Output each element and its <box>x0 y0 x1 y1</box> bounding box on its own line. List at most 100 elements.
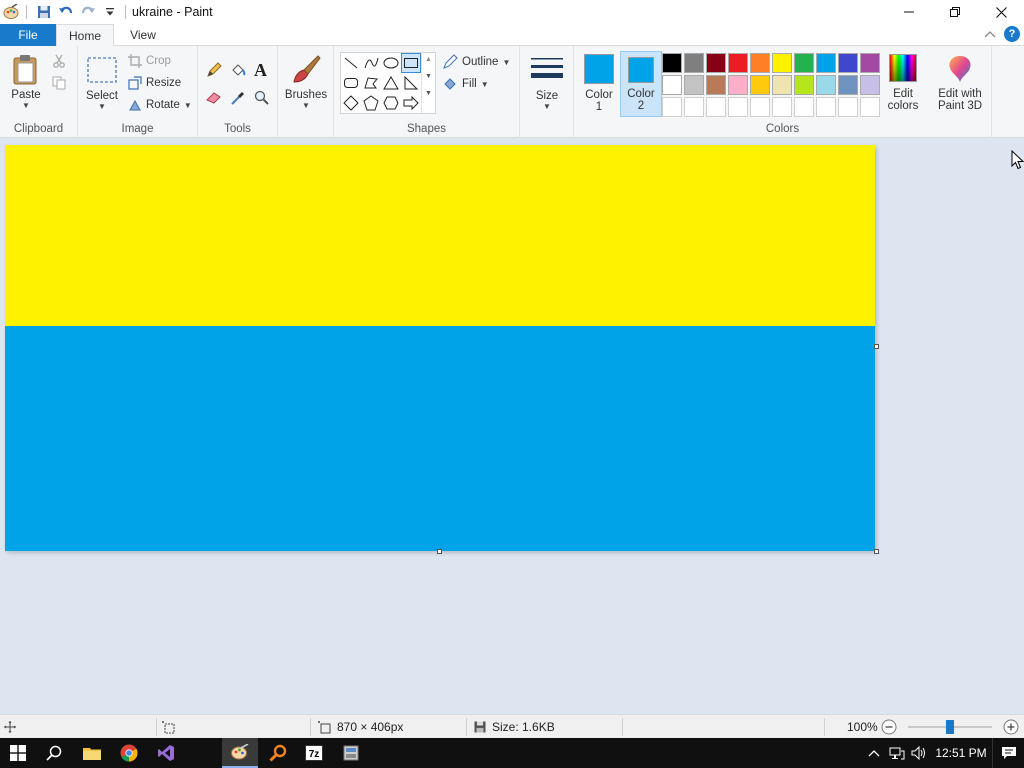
paste-button[interactable]: Paste ▼ <box>6 54 46 110</box>
resize-handle-right[interactable] <box>874 344 879 349</box>
palette-swatch[interactable] <box>816 75 836 95</box>
palette-swatch[interactable] <box>706 53 726 73</box>
resize-button[interactable]: Resize <box>128 76 181 90</box>
palette-swatch[interactable] <box>860 75 880 95</box>
palette-swatch[interactable] <box>860 53 880 73</box>
close-button[interactable] <box>978 0 1024 24</box>
clock[interactable]: 12:51 PM <box>930 746 992 760</box>
palette-custom-slot[interactable] <box>838 97 858 117</box>
color-picker-icon[interactable] <box>230 90 246 109</box>
palette-custom-slot[interactable] <box>750 97 770 117</box>
tab-view[interactable]: View <box>114 24 172 46</box>
drawing-canvas[interactable] <box>5 145 875 551</box>
zoom-out-button[interactable] <box>881 715 897 739</box>
rotate-button[interactable]: Rotate ▼ <box>128 98 192 112</box>
palette-custom-slot[interactable] <box>728 97 748 117</box>
diamond-shape-icon[interactable] <box>341 93 361 113</box>
rounded-rectangle-shape-icon[interactable] <box>341 73 361 93</box>
palette-swatch[interactable] <box>816 53 836 73</box>
scroll-up-icon[interactable]: ▲ <box>422 56 435 63</box>
save-icon[interactable] <box>33 1 55 23</box>
zoom-in-button[interactable] <box>1003 715 1019 739</box>
scroll-down-icon[interactable]: ▼ <box>422 73 435 80</box>
app-taskbar-button[interactable] <box>333 738 369 768</box>
rectangle-shape-icon[interactable] <box>401 53 421 73</box>
right-triangle-shape-icon[interactable] <box>401 73 421 93</box>
restore-button[interactable] <box>932 0 978 24</box>
color1-button[interactable]: Color 1 <box>580 52 618 116</box>
palette-swatch[interactable] <box>750 75 770 95</box>
undo-icon[interactable] <box>55 1 77 23</box>
palette-swatch[interactable] <box>838 75 858 95</box>
palette-swatch[interactable] <box>772 53 792 73</box>
palette-custom-slot[interactable] <box>684 97 704 117</box>
copy-icon[interactable] <box>52 76 66 93</box>
palette-swatch[interactable] <box>684 75 704 95</box>
resize-handle-corner[interactable] <box>874 549 879 554</box>
palette-custom-slot[interactable] <box>816 97 836 117</box>
gallery-expand-icon[interactable]: ▼ <box>422 90 435 97</box>
pentagon-shape-icon[interactable] <box>361 93 381 113</box>
pencil-icon[interactable] <box>206 62 222 81</box>
palette-custom-slot[interactable] <box>860 97 880 117</box>
palette-custom-slot[interactable] <box>772 97 792 117</box>
palette-swatch[interactable] <box>750 53 770 73</box>
palette-custom-slot[interactable] <box>662 97 682 117</box>
triangle-shape-icon[interactable] <box>381 73 401 93</box>
line-shape-icon[interactable] <box>341 53 361 73</box>
show-hidden-icons-chevron-icon[interactable] <box>862 749 886 757</box>
palette-swatch[interactable] <box>706 75 726 95</box>
resize-handle-bottom[interactable] <box>437 549 442 554</box>
hexagon-shape-icon[interactable] <box>381 93 401 113</box>
paint-app-icon[interactable] <box>0 1 22 23</box>
shapes-scroll[interactable]: ▲ ▼ ▼ <box>421 53 435 113</box>
palette-custom-slot[interactable] <box>794 97 814 117</box>
color2-button[interactable]: Color 2 <box>620 51 662 117</box>
help-icon[interactable]: ? <box>1004 26 1020 42</box>
palette-swatch[interactable] <box>728 53 748 73</box>
cut-icon[interactable] <box>52 54 66 71</box>
text-tool-icon[interactable]: A <box>254 60 267 81</box>
palette-swatch[interactable] <box>772 75 792 95</box>
palette-swatch[interactable] <box>794 75 814 95</box>
zoom-slider[interactable] <box>906 715 994 739</box>
palette-swatch[interactable] <box>662 75 682 95</box>
select-button[interactable]: Select ▼ <box>84 56 120 111</box>
size-button[interactable]: Size ▼ <box>528 56 566 111</box>
crop-button[interactable]: Crop <box>128 54 171 68</box>
curve-shape-icon[interactable] <box>361 53 381 73</box>
customize-quick-access-icon[interactable] <box>99 1 121 23</box>
palette-swatch[interactable] <box>794 53 814 73</box>
eraser-icon[interactable] <box>206 90 222 107</box>
right-arrow-shape-icon[interactable] <box>401 93 421 113</box>
7zip-taskbar-button[interactable]: 7z <box>296 738 332 768</box>
network-icon[interactable] <box>886 746 908 760</box>
tab-home[interactable]: Home <box>56 24 114 47</box>
chrome-taskbar-button[interactable] <box>111 738 147 768</box>
edit-with-paint3d-button[interactable]: Edit with Paint 3D <box>934 54 986 112</box>
start-button[interactable] <box>0 738 36 768</box>
palette-swatch[interactable] <box>728 75 748 95</box>
action-center-button[interactable] <box>992 738 1024 768</box>
palette-swatch[interactable] <box>662 53 682 73</box>
volume-icon[interactable] <box>908 746 930 760</box>
magnifier-icon[interactable] <box>254 90 270 109</box>
polygon-shape-icon[interactable] <box>361 73 381 93</box>
palette-custom-slot[interactable] <box>706 97 726 117</box>
search-tool-taskbar-button[interactable] <box>260 738 296 768</box>
search-button[interactable] <box>36 738 72 768</box>
palette-swatch[interactable] <box>838 53 858 73</box>
paint-taskbar-button[interactable] <box>222 738 258 768</box>
zoom-slider-thumb[interactable] <box>946 720 954 734</box>
tab-file[interactable]: File <box>0 24 56 46</box>
collapse-ribbon-icon[interactable] <box>984 27 996 41</box>
file-explorer-taskbar-button[interactable] <box>74 738 110 768</box>
outline-button[interactable]: Outline ▼ <box>442 54 510 70</box>
minimize-button[interactable] <box>886 0 932 24</box>
fill-button[interactable]: Fill ▼ <box>442 76 489 92</box>
fill-bucket-icon[interactable] <box>230 62 246 81</box>
redo-icon[interactable] <box>77 1 99 23</box>
visual-studio-taskbar-button[interactable] <box>148 738 184 768</box>
oval-shape-icon[interactable] <box>381 53 401 73</box>
brushes-button[interactable]: Brushes ▼ <box>284 54 328 110</box>
